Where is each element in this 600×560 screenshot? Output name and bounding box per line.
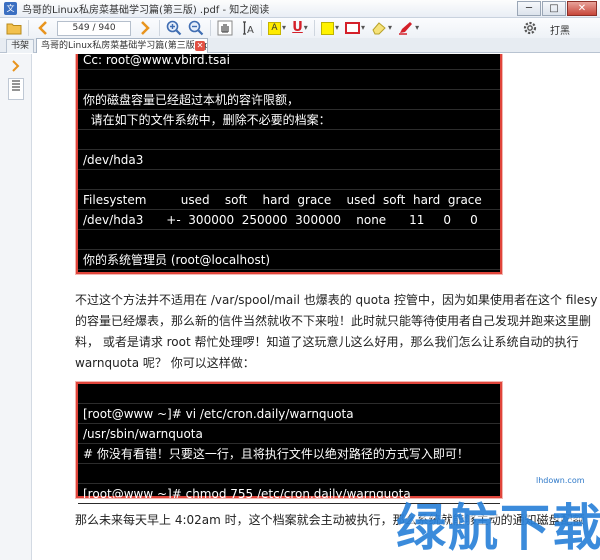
tab-bookshelf[interactable]: 书架 xyxy=(6,39,35,53)
fill-swatch xyxy=(321,21,335,35)
code-line: # 你没有看错！只要这一行，且将执行文件以绝对路径的方式写入即可！ xyxy=(78,444,500,464)
chevron-down-icon: ▾ xyxy=(388,23,393,32)
print-button[interactable]: 打黑 xyxy=(550,22,570,37)
paragraph-line: 不过这个方法并不适用在 /var/spool/mail 也爆表的 quota 控… xyxy=(75,293,598,307)
paragraph-line: warnquota 呢？ 你可以这样做： xyxy=(75,356,255,370)
code-line xyxy=(78,130,500,150)
rectangle-swatch xyxy=(345,22,361,34)
gear-icon[interactable] xyxy=(522,20,538,40)
minimize-button[interactable]: ─ xyxy=(517,1,541,16)
code-line: Cc: root@www.vbird.tsai xyxy=(78,54,500,70)
paragraph-line: 的容量已经爆表，那么新的信件当然就收不下来啦！此时就只能等待使用者自己发现并跑来… xyxy=(75,314,592,328)
highlight-glyph: A xyxy=(268,21,281,35)
close-button[interactable]: ✕ xyxy=(567,1,597,16)
app-icon: 文 xyxy=(4,2,17,15)
code-line xyxy=(78,170,500,190)
highlight-icon[interactable]: A ▾ xyxy=(268,20,286,36)
toolbar-separator xyxy=(261,20,262,36)
code-line: /dev/hda3 +- 300000 250000 300000 none 1… xyxy=(78,210,500,230)
code-line: 你的磁盘容量已经超过本机的容许限额， xyxy=(78,90,500,110)
svg-text:A: A xyxy=(247,25,254,36)
code-line xyxy=(78,230,500,250)
toolbar-separator xyxy=(28,20,29,36)
arrow-right-icon[interactable] xyxy=(137,20,153,36)
code-block: [root@www ~]# vi /etc/cron.daily/warnquo… xyxy=(75,381,503,504)
tab-document[interactable]: 鸟哥的Linux私房菜基础学习篇(第三版) .pdf ✕ xyxy=(36,38,208,53)
body-paragraph: 不过这个方法并不适用在 /var/spool/mail 也爆表的 quota 控… xyxy=(75,290,600,374)
hand-icon[interactable] xyxy=(217,20,233,36)
code-line: 你的系统管理员 (root@localhost) xyxy=(78,250,500,270)
pen-icon[interactable]: ▾ xyxy=(398,20,419,36)
tab-bar: 书架 鸟哥的Linux私房菜基础学习篇(第三版) .pdf ✕ xyxy=(0,38,600,53)
underline-icon[interactable]: U ▾ xyxy=(292,20,308,36)
code-line: Filesystem used soft hard grace used sof… xyxy=(78,190,500,210)
underline-glyph: U xyxy=(292,20,303,35)
tab-document-label: 鸟哥的Linux私房菜基础学习篇(第三版) .pdf xyxy=(41,41,208,51)
chevron-down-icon: ▾ xyxy=(282,23,287,32)
rectangle-icon[interactable]: ▾ xyxy=(345,20,365,36)
text-select-icon[interactable]: A xyxy=(239,20,255,36)
chevron-down-icon: ▾ xyxy=(335,23,340,32)
watermark-brand: 绿航下载 xyxy=(396,499,600,557)
zoom-in-icon[interactable] xyxy=(166,20,182,36)
code-line: /dev/hda3 xyxy=(78,150,500,170)
toolbar-separator xyxy=(314,20,316,36)
chevron-down-icon: ▾ xyxy=(415,23,420,32)
code-block: Cc: root@www.vbird.tsai 你的磁盘容量已经超过本机的容许限… xyxy=(75,54,503,275)
folder-icon[interactable] xyxy=(6,20,22,36)
list-icon[interactable] xyxy=(8,78,24,100)
window-title: 鸟哥的Linux私房菜基础学习篇(第三版) .pdf - 知之阅读 xyxy=(22,5,270,16)
code-line: /usr/sbin/warnquota xyxy=(78,424,500,444)
toolbar: 549 / 940 A A ▾ U ▾ ▾ ▾ ▾ ▾ xyxy=(0,18,600,38)
paragraph-line: 料， 或者是请求 root 帮忙处理啰！知道了这玩意儿这么好用，那么我们怎么让系… xyxy=(75,335,579,349)
arrow-left-icon[interactable] xyxy=(35,20,51,36)
watermark-site: lhdown.com xyxy=(536,476,585,485)
left-sidebar xyxy=(0,54,32,560)
zoom-out-icon[interactable] xyxy=(188,20,204,36)
code-line xyxy=(78,464,500,484)
toolbar-separator xyxy=(159,20,160,36)
code-line xyxy=(78,70,500,90)
toolbar-separator xyxy=(210,20,211,36)
code-line: [root@www ~]# vi /etc/cron.daily/warnquo… xyxy=(78,404,500,424)
chevron-down-icon: ▾ xyxy=(361,23,366,32)
window-controls: ─ □ ✕ xyxy=(516,1,597,16)
page-indicator-input[interactable]: 549 / 940 xyxy=(57,20,131,36)
code-line xyxy=(78,384,500,404)
code-line: 请在如下的文件系统中，删除不必要的档案： xyxy=(78,110,500,130)
document-view[interactable]: Cc: root@www.vbird.tsai 你的磁盘容量已经超过本机的容许限… xyxy=(33,54,600,560)
maximize-button[interactable]: □ xyxy=(542,1,566,16)
close-icon[interactable]: ✕ xyxy=(195,41,205,51)
eraser-icon[interactable]: ▾ xyxy=(371,20,392,36)
chevron-right-icon[interactable] xyxy=(12,60,20,75)
chevron-down-icon: ▾ xyxy=(303,23,308,32)
fill-color-icon[interactable]: ▾ xyxy=(321,20,339,36)
title-bar: 文 鸟哥的Linux私房菜基础学习篇(第三版) .pdf - 知之阅读 ─ □ … xyxy=(0,0,600,18)
